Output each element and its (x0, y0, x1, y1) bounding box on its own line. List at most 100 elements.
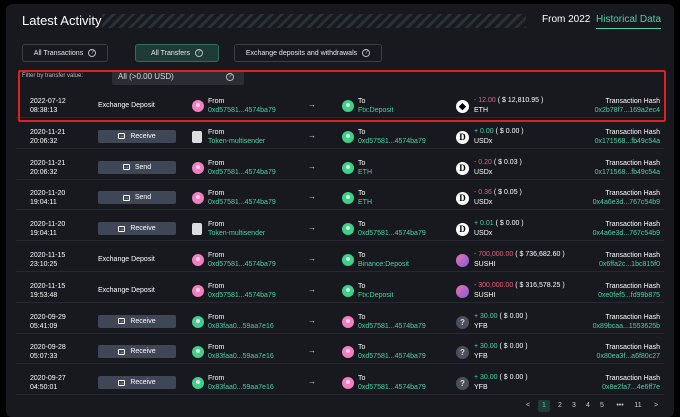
from-label: From (208, 221, 225, 229)
tx-date-day: 2020-11-15 (30, 282, 66, 290)
table-row[interactable]: 2020-11-21 20:06:32 → Receive From Token-mult… (16, 119, 664, 149)
tx-date: 2020-11-15 23:10:25 (30, 251, 65, 269)
table-row[interactable]: 2020-11-15 23:10:25 Exchange Deposit From 0x… (16, 242, 664, 272)
amount-usd: ( $ 0.03 ) (493, 158, 522, 166)
sushi-token-icon (456, 284, 469, 298)
from-address-link[interactable]: 0x83faa0...59aa7e16 (208, 384, 274, 391)
tx-hash-link[interactable]: 0x80ea3f...a6f80c27 (597, 353, 660, 360)
token-symbol: USDx (474, 230, 493, 238)
from-address-link[interactable]: 0xd57581...4574ba79 (208, 261, 276, 268)
from-address-link[interactable]: 0xd57581...4574ba79 (208, 169, 276, 176)
tab-all-transfers[interactable]: All Transfers ? (135, 44, 219, 62)
page-2-button[interactable]: 2 (554, 400, 566, 412)
tx-hash-link[interactable]: 0x171568...fb49c54a (595, 138, 660, 145)
next-page-button[interactable]: > (650, 400, 662, 412)
from-address-link[interactable]: Token-multisender (208, 230, 265, 237)
period-toggle-2022[interactable]: From 2022 (542, 14, 590, 25)
table-row[interactable]: 2020-09-27 04:50:01 → Receive From 0x83faa0..… (16, 365, 664, 396)
amount-value: - 700,000.00 (474, 251, 514, 258)
token-symbol: USDx (474, 168, 493, 176)
to-address-link[interactable]: 0xd57581...4574ba79 (358, 230, 426, 237)
table-row[interactable]: 2020-11-21 20:06:32 → Send From 0xd57581...45… (16, 150, 664, 180)
from-avatar-icon (192, 284, 204, 297)
tx-date: 2020-11-21 20:06:32 (30, 159, 65, 177)
receive-type-button[interactable]: → Receive (98, 129, 176, 143)
tx-time: 19:04:11 (30, 230, 57, 238)
from-address-link[interactable]: 0x83faa0...59aa7e16 (208, 323, 274, 330)
to-address-link[interactable]: 0xd57581...4574ba79 (358, 384, 426, 391)
to-label: To (358, 375, 366, 383)
send-type-button[interactable]: → Send (98, 160, 176, 174)
from-address-link[interactable]: Token-multisender (208, 138, 265, 145)
table-row[interactable]: 2020-09-28 05:07:33 → Receive From 0x83faa0..… (16, 334, 664, 365)
to-address-link[interactable]: ETH (358, 169, 372, 176)
amount-usd: ( $ 0.00 ) (499, 343, 528, 351)
from-address-link[interactable]: 0xd57581...4574ba79 (208, 199, 276, 206)
to-address-link[interactable]: 0xd57581...4574ba79 (358, 323, 426, 330)
tx-date-day: 2020-11-21 (30, 128, 66, 136)
page-3-button[interactable]: 3 (568, 400, 580, 412)
table-row[interactable]: 2020-09-29 05:41:09 → Receive From 0x83faa0..… (16, 304, 664, 334)
page-4-button[interactable]: 4 (582, 400, 594, 412)
table-row[interactable]: 2020-11-20 19:04:11 → Receive From Token-mult… (16, 211, 664, 242)
to-label: To (358, 252, 366, 259)
tx-amount: + 30.00 ( $ 0.00 ) (474, 343, 528, 350)
arrow-icon: → (118, 348, 126, 355)
to-address-link[interactable]: Ftx:Deposit (358, 292, 393, 299)
tx-time: 23:10:25 (30, 261, 58, 268)
type-label: Send (134, 163, 152, 171)
page-1-button[interactable]: 1 (538, 400, 550, 412)
to-label: To (358, 190, 366, 198)
from-address-link[interactable]: 0xd57581...4574ba79 (208, 292, 276, 299)
yfb-token-icon: ? (456, 346, 469, 360)
token-symbol: SUSHI (474, 261, 496, 268)
from-avatar-icon (192, 223, 202, 236)
tab-all-transactions[interactable]: All Transactions ? (22, 44, 108, 62)
tx-hash-link[interactable]: 0x4a6e3d...767c54b9 (593, 230, 660, 237)
receive-type-button[interactable]: → Receive (98, 376, 176, 390)
tx-hash-link[interactable]: 0x8e2fa7...4e6ff7e (602, 384, 660, 391)
page-11-button[interactable]: 11 (632, 400, 644, 412)
table-row[interactable]: 2020-11-20 19:04:11 → Send From 0xd57581...45… (16, 180, 664, 211)
tx-hash-link[interactable]: 0x4a6e3d...767c54b9 (593, 199, 660, 206)
to-address-link[interactable]: Binance:Deposit (358, 261, 409, 268)
to-avatar-icon (342, 130, 354, 143)
to-address-link[interactable]: 0xd57581...4574ba79 (358, 138, 426, 145)
tx-time: 04:50:01 (30, 384, 58, 392)
arrow-icon: → (118, 225, 126, 232)
amount-usd: ( $ 0.05 ) (493, 189, 522, 197)
yfb-token-icon: ? (456, 377, 469, 391)
page-5-button[interactable]: 5 (596, 400, 608, 412)
hash-label: Transaction Hash (605, 252, 660, 259)
receive-type-button[interactable]: → Receive (98, 345, 176, 359)
to-address-link[interactable]: 0xd57581...4574ba79 (358, 353, 426, 360)
tx-hash-link[interactable]: 0x6ffa2c...1bc815f0 (599, 261, 660, 268)
prev-page-button[interactable]: < (522, 400, 534, 412)
tab-exchange-deposits[interactable]: Exchange deposits and withdrawals ? (234, 44, 382, 62)
receive-type-button[interactable]: → Receive (98, 314, 176, 328)
amount-usd: ( $ 0.00 ) (499, 312, 528, 320)
help-icon: ? (362, 49, 371, 57)
send-type-button[interactable]: → Send (98, 191, 176, 205)
receive-type-button[interactable]: → Receive (98, 222, 176, 236)
tx-amount: + 30.00 ( $ 0.00 ) (474, 374, 528, 381)
tx-amount: - 700,000.00 ( $ 736,682.60 ) (474, 251, 565, 258)
arrow-right-icon: → (308, 377, 316, 387)
to-address-link[interactable]: ETH (358, 199, 372, 206)
from-address-link[interactable]: 0x83faa0...59aa7e16 (208, 353, 274, 360)
tx-hash-link[interactable]: 0x171568...fb49c54a (595, 169, 660, 176)
from-avatar-icon (192, 346, 204, 359)
hash-label: Transaction Hash (605, 282, 660, 290)
historical-data-tab[interactable]: Historical Data (596, 14, 662, 29)
usdx-token-icon: D (456, 130, 469, 144)
tx-time: 05:41:09 (30, 322, 58, 330)
tx-hash-link[interactable]: 0xe0fef5...fd99b875 (598, 292, 660, 299)
to-avatar-icon (342, 284, 354, 297)
yfb-token-icon: ? (456, 315, 469, 329)
tx-hash-link[interactable]: 0x89bcaa...1553625b (593, 323, 660, 330)
to-avatar-icon (342, 192, 354, 205)
from-avatar-icon (192, 130, 202, 143)
tx-date: 2020-11-21 20:06:32 (30, 128, 65, 146)
token-symbol: YFB (474, 384, 488, 392)
table-row[interactable]: 2020-11-15 19:53:48 Exchange Deposit From 0x… (16, 273, 664, 303)
